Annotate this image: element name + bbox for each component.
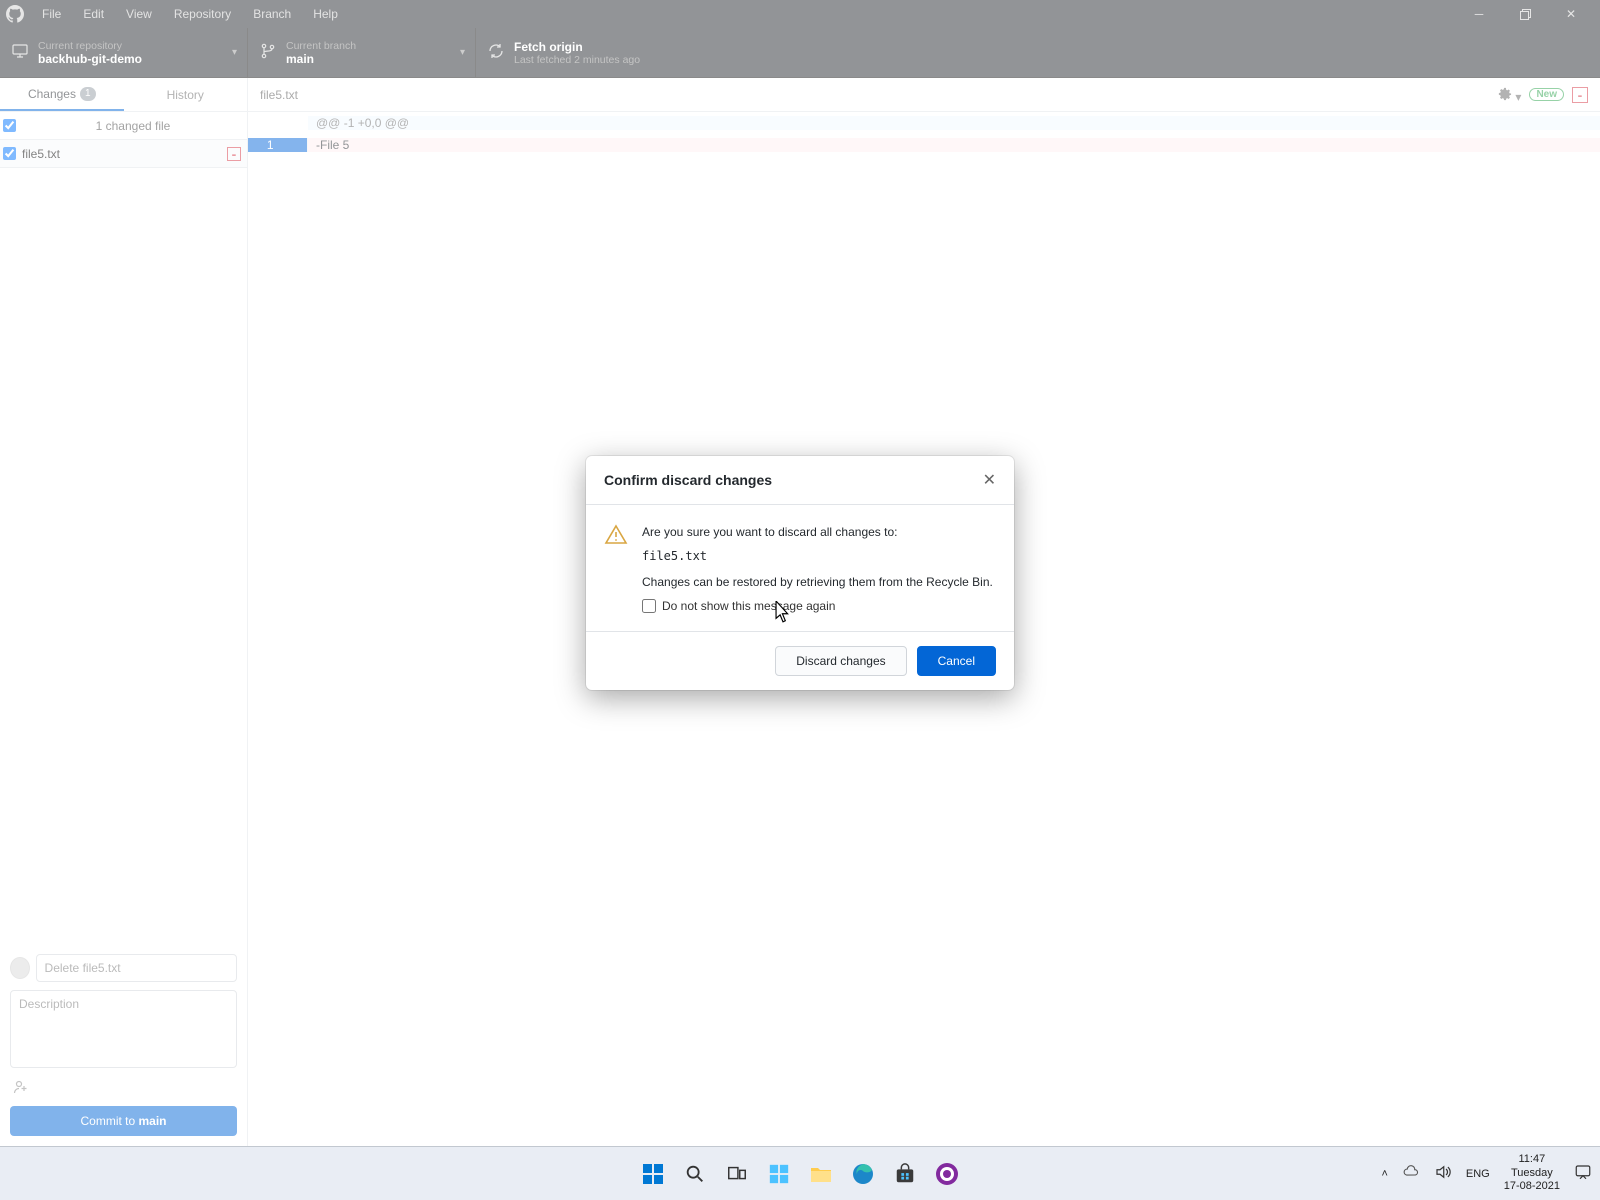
close-icon[interactable]: ✕ [983,470,996,490]
task-view-icon[interactable] [720,1157,754,1191]
dont-show-again-text: Do not show this message again [662,599,835,613]
tray-chevron-icon[interactable]: ˄ [1381,1168,1387,1180]
explorer-icon[interactable] [804,1157,838,1191]
dialog-message-2: Changes can be restored by retrieving th… [642,573,996,591]
dialog-filename: file5.txt [642,549,996,563]
onedrive-icon[interactable] [1402,1163,1420,1184]
start-button[interactable] [636,1157,670,1191]
app-window: File Edit View Repository Branch Help ─ … [0,0,1600,1146]
taskbar: ˄ ENG 11:47 Tuesday 17-08-2021 [0,1146,1600,1200]
clock-date: 17-08-2021 [1504,1180,1560,1194]
search-icon[interactable] [678,1157,712,1191]
clock[interactable]: 11:47 Tuesday 17-08-2021 [1504,1153,1560,1194]
modal-overlay: Confirm discard changes ✕ Are you sure y… [0,0,1600,1146]
discard-changes-button[interactable]: Discard changes [775,646,906,676]
clock-day: Tuesday [1504,1167,1560,1181]
dont-show-again-checkbox[interactable] [642,599,656,613]
dont-show-again-label[interactable]: Do not show this message again [642,599,996,613]
discard-changes-dialog: Confirm discard changes ✕ Are you sure y… [586,456,1014,690]
widgets-icon[interactable] [762,1157,796,1191]
store-icon[interactable] [888,1157,922,1191]
notifications-icon[interactable] [1574,1163,1592,1184]
github-desktop-icon[interactable] [930,1157,964,1191]
clock-time: 11:47 [1504,1153,1560,1167]
language-indicator[interactable]: ENG [1466,1168,1490,1180]
volume-icon[interactable] [1434,1163,1452,1184]
dialog-title: Confirm discard changes [604,472,772,488]
warning-icon [604,523,628,613]
cancel-button[interactable]: Cancel [917,646,996,676]
edge-icon[interactable] [846,1157,880,1191]
dialog-message-1: Are you sure you want to discard all cha… [642,523,996,541]
